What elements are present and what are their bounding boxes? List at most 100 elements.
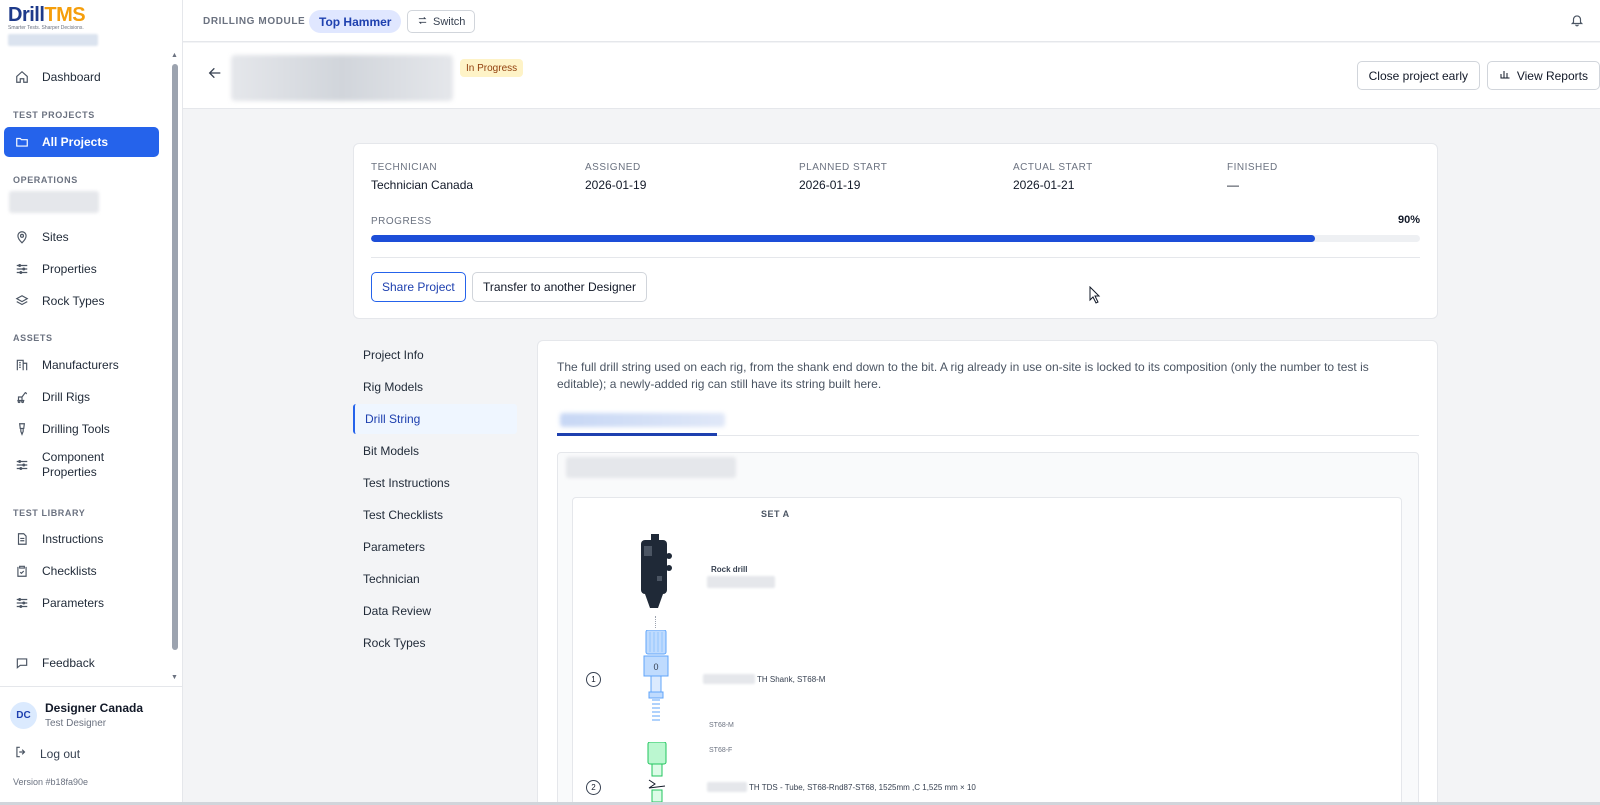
subnav-drill-string[interactable]: Drill String: [353, 404, 517, 434]
user-name: Designer Canada: [45, 701, 144, 715]
rig-string-container: SET A Rock drill 0 1 TH Shank, ST68-M ST…: [557, 452, 1419, 805]
meta-assigned: ASSIGNED 2026-01-19: [585, 162, 646, 192]
svg-text:0: 0: [653, 662, 658, 672]
sidebar-item-label: Manufacturers: [42, 358, 119, 372]
finished-value: —: [1227, 178, 1239, 192]
redacted-nav-item: [9, 191, 99, 213]
planned-start-value: 2026-01-19: [799, 178, 861, 192]
view-reports-button[interactable]: View Reports: [1486, 61, 1600, 90]
logo-tagline: Smarter Tests. Sharper Decisions.: [8, 25, 84, 31]
version-label: Version #b18fa90e: [13, 777, 89, 787]
subnav-rig-models[interactable]: Rig Models: [353, 372, 517, 402]
app-logo[interactable]: DrillTMS Smarter Tests. Sharper Decision…: [8, 4, 103, 46]
sidebar-item-label: Feedback: [42, 656, 95, 670]
drill-rig-icon: [14, 389, 30, 405]
view-reports-label: View Reports: [1516, 68, 1588, 83]
bell-icon[interactable]: [1570, 13, 1586, 29]
subnav-bit-models[interactable]: Bit Models: [353, 436, 517, 466]
rig-tab-redacted[interactable]: [560, 413, 725, 427]
subnav-project-info[interactable]: Project Info: [353, 340, 517, 370]
assigned-label: ASSIGNED: [585, 162, 641, 173]
male-thread-label: ST68-M: [709, 722, 734, 729]
sliders-icon: [14, 457, 30, 473]
close-project-early-button[interactable]: Close project early: [1356, 61, 1480, 90]
logout-icon: [14, 745, 28, 762]
project-header: In Progress Close project early View Rep…: [183, 43, 1600, 109]
subnav-data-review[interactable]: Data Review: [353, 596, 517, 626]
sidebar-item-dashboard[interactable]: Dashboard: [4, 62, 159, 92]
meta-technician: TECHNICIAN Technician Canada: [371, 162, 473, 192]
folder-icon: [14, 134, 30, 150]
sidebar-item-component-properties[interactable]: Component Properties: [4, 447, 159, 483]
divider: [371, 257, 1420, 258]
drill-string-panel: The full drill string used on each rig, …: [537, 340, 1438, 805]
user-role: Test Designer: [45, 718, 107, 729]
meta-finished: FINISHED —: [1227, 162, 1278, 192]
component-number: 1: [586, 672, 601, 687]
meta-planned-start: PLANNED START 2026-01-19: [799, 162, 887, 192]
mouse-cursor-icon: [1089, 286, 1101, 304]
project-title-redacted: [231, 55, 453, 101]
section-assets: ASSETS: [13, 333, 53, 343]
sidebar-item-label: Instructions: [42, 532, 104, 546]
transfer-designer-button[interactable]: Transfer to another Designer: [472, 272, 647, 302]
progress-label: PROGRESS: [371, 216, 432, 227]
drill-bit-icon: [14, 421, 30, 437]
back-arrow-icon[interactable]: [207, 65, 223, 86]
section-test-projects: TEST PROJECTS: [13, 110, 95, 120]
progress-bar-fill: [371, 235, 1316, 242]
sidebar-item-feedback[interactable]: Feedback: [4, 648, 159, 678]
meta-actual-start: ACTUAL START 2026-01-21: [1013, 162, 1093, 192]
sidebar-item-rock-types[interactable]: Rock Types: [4, 286, 159, 316]
sidebar-item-drill-rigs[interactable]: Drill Rigs: [4, 382, 159, 412]
sidebar-scrollbar[interactable]: ▲ ▼: [171, 52, 179, 682]
sidebar-item-label: Drilling Tools: [42, 422, 110, 436]
scroll-down-arrow-icon[interactable]: ▼: [171, 674, 178, 681]
logout-label: Log out: [40, 746, 81, 761]
module-pill[interactable]: Top Hammer: [309, 10, 402, 33]
scrollbar-thumb[interactable]: [172, 64, 178, 650]
switch-label: Switch: [433, 15, 466, 28]
sidebar-item-instructions[interactable]: Instructions: [4, 524, 159, 554]
technician-label: TECHNICIAN: [371, 162, 438, 173]
subnav-parameters[interactable]: Parameters: [353, 532, 517, 562]
sidebar-item-parameters[interactable]: Parameters: [4, 588, 159, 618]
subnav-technician[interactable]: Technician: [353, 564, 517, 594]
logout-button[interactable]: Log out: [14, 745, 80, 762]
sidebar-item-label: Properties: [42, 262, 97, 276]
switch-module-button[interactable]: Switch: [407, 10, 476, 33]
subnav-test-checklists[interactable]: Test Checklists: [353, 500, 517, 530]
sidebar-item-sites[interactable]: Sites: [4, 222, 159, 252]
rock-drill-icon: [641, 534, 672, 608]
technician-value: Technician Canada: [371, 178, 474, 192]
module-label: DRILLING MODULE: [203, 16, 306, 27]
subnav-test-instructions[interactable]: Test Instructions: [353, 468, 517, 498]
bar-chart-icon: [1499, 68, 1511, 83]
sidebar-item-label: All Projects: [42, 135, 109, 149]
rock-drill-label: Rock drill: [711, 565, 748, 574]
close-early-label: Close project early: [1368, 68, 1468, 83]
sidebar-item-label: Rock Types: [42, 294, 105, 308]
sidebar-item-checklists[interactable]: Checklists: [4, 556, 159, 586]
tube-label: TH TDS - Tube, ST68-Rnd87-ST68, 1525mm ,…: [749, 783, 976, 792]
layers-icon: [14, 293, 30, 309]
sidebar-item-drilling-tools[interactable]: Drilling Tools: [4, 414, 159, 444]
topbar: DRILLING MODULE Top Hammer Switch: [183, 0, 1600, 42]
user-panel: DC Designer Canada Test Designer Log out…: [0, 686, 183, 787]
sidebar-item-label: Dashboard: [42, 70, 101, 84]
female-thread-label: ST68-F: [709, 747, 733, 754]
swap-arrows-icon: [417, 15, 428, 29]
chat-bubble-icon: [14, 655, 30, 671]
share-project-button[interactable]: Share Project: [371, 272, 466, 302]
sidebar-item-label: Checklists: [42, 564, 97, 578]
subnav-rock-types[interactable]: Rock Types: [353, 628, 517, 658]
sidebar-item-properties[interactable]: Properties: [4, 254, 159, 284]
scroll-up-arrow-icon[interactable]: ▲: [171, 52, 178, 59]
section-operations: OPERATIONS: [13, 175, 78, 185]
map-pin-icon: [14, 229, 30, 245]
project-summary-card: TECHNICIAN Technician Canada ASSIGNED 20…: [353, 143, 1438, 319]
sidebar-item-manufacturers[interactable]: Manufacturers: [4, 350, 159, 380]
avatar[interactable]: DC: [10, 702, 37, 729]
sidebar-item-label: Sites: [42, 230, 69, 244]
sidebar-item-all-projects[interactable]: All Projects: [4, 127, 159, 157]
